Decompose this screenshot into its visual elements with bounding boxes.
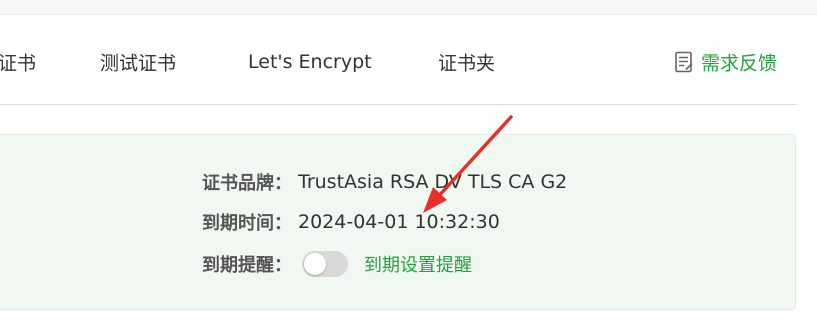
reminder-row: 到期提醒： 到期设置提醒 [202,249,472,279]
expiry-row: 到期时间： 2024-04-01 10:32:30 [202,208,500,236]
certificate-tabs: 证书 测试证书 Let's Encrypt 证书夹 需求反馈 [0,14,797,105]
toggle-knob [304,253,326,275]
tab-certificate[interactable]: 证书 [0,49,36,76]
top-strip [0,0,817,15]
reminder-toggle[interactable] [302,251,348,277]
feedback-label: 需求反馈 [700,52,777,75]
expiry-label: 到期时间： [202,213,292,234]
brand-label: 证书品牌： [202,173,292,194]
ssl-certificate-panel: 证书 测试证书 Let's Encrypt 证书夹 需求反馈 证书品牌： Tru… [0,0,817,330]
tab-lets-encrypt[interactable]: Let's Encrypt [248,51,372,73]
tab-test-certificate[interactable]: 测试证书 [100,49,176,76]
tab-certificate-folder[interactable]: 证书夹 [438,49,495,76]
feedback-link[interactable]: 需求反馈 [673,49,777,76]
notepad-icon [673,50,695,74]
reminder-label: 到期提醒： [202,255,292,276]
brand-value: TrustAsia RSA DV TLS CA G2 [298,171,568,193]
set-reminder-link[interactable]: 到期设置提醒 [364,251,472,277]
brand-row: 证书品牌： TrustAsia RSA DV TLS CA G2 [202,168,567,196]
expiry-value: 2024-04-01 10:32:30 [298,211,500,233]
